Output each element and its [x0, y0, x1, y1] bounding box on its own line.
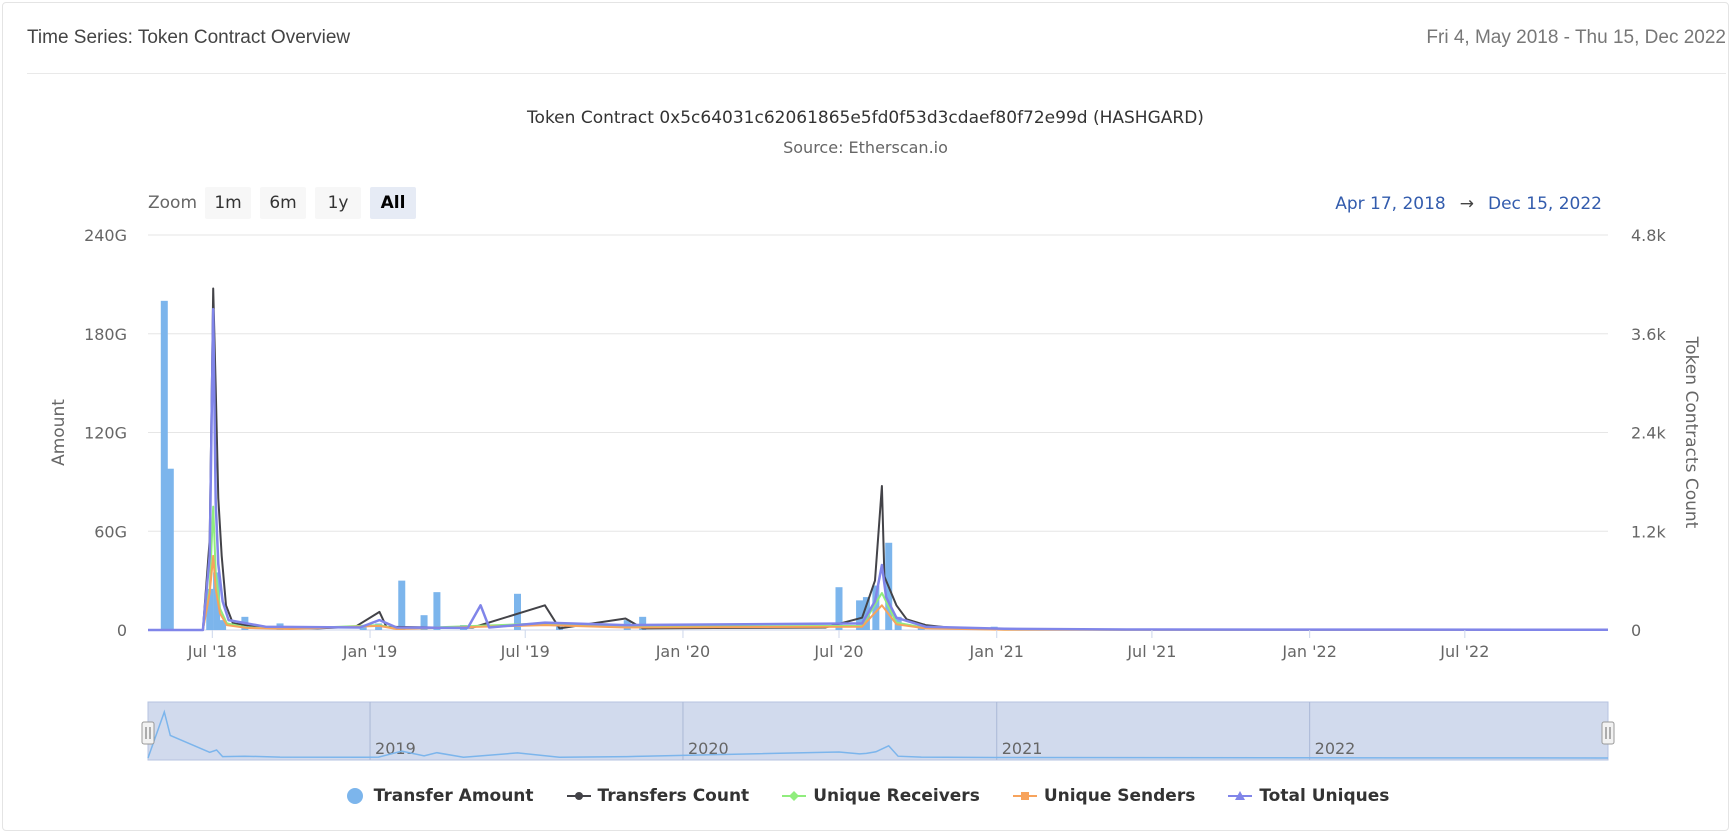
y-left-axis-title: Amount — [49, 399, 69, 466]
transfer-amount-columns — [160, 300, 998, 630]
circle-marker-icon — [342, 788, 368, 804]
line-diamond-marker-icon — [781, 788, 807, 804]
series-lines — [148, 287, 1609, 632]
x-tick-label: Jul '19 — [500, 642, 550, 661]
x-tick-label: Jan '20 — [655, 642, 711, 661]
line-circle-marker-icon — [566, 788, 592, 804]
x-tick-label: Jan '21 — [968, 642, 1024, 661]
legend-label: Transfers Count — [597, 786, 750, 806]
transfers-count-line — [148, 287, 1609, 631]
transfer-amount-bar — [160, 300, 168, 630]
x-tick-label: Jan '22 — [1281, 642, 1337, 661]
y-left-tick-label: 120G — [84, 424, 127, 443]
legend-label: Transfer Amount — [373, 786, 534, 806]
transfer-amount-bar — [433, 592, 441, 630]
line-triangle-marker-icon — [1227, 788, 1253, 804]
total-uniques-line — [148, 307, 1609, 632]
chart-plot: 0 60G 120G 180G 240G 0 1.2k 2.4k 3.6k 4.8k Amount T… — [49, 226, 1701, 761]
navigator-year-label: 2019 — [375, 739, 416, 758]
legend: Transfer Amount Transfers Count Unique R… — [0, 786, 1731, 806]
legend-label: Total Uniques — [1259, 786, 1390, 806]
navigator[interactable]: 2019 2020 2021 2022 — [141, 701, 1615, 761]
y-left-tick-label: 240G — [84, 226, 127, 245]
legend-item-unique-senders[interactable]: Unique Senders — [1012, 786, 1196, 806]
transfer-amount-bar — [398, 580, 406, 630]
y-right-tick-label: 2.4k — [1631, 424, 1666, 443]
x-tick-label: Jan '19 — [342, 642, 398, 661]
x-tick-label: Jul '21 — [1126, 642, 1176, 661]
y-left-tick-label: 60G — [94, 522, 127, 541]
x-tick-label: Jul '22 — [1439, 642, 1489, 661]
legend-label: Unique Senders — [1043, 786, 1196, 806]
y-left-tick-label: 180G — [84, 325, 127, 344]
x-tick-label: Jul '18 — [187, 642, 237, 661]
x-tick-label: Jul '20 — [813, 642, 863, 661]
navigator-right-handle[interactable] — [1601, 721, 1615, 745]
legend-label: Unique Receivers — [813, 786, 980, 806]
navigator-year-label: 2022 — [1315, 739, 1356, 758]
transfer-amount-bar — [166, 468, 174, 630]
navigator-year-label: 2021 — [1002, 739, 1043, 758]
y-right-tick-label: 1.2k — [1631, 522, 1666, 541]
navigator-left-handle[interactable] — [141, 721, 155, 745]
grid-lines — [148, 234, 1608, 631]
y-left-tick-label: 0 — [117, 621, 127, 640]
legend-item-transfers-count[interactable]: Transfers Count — [566, 786, 750, 806]
y-right-tick-label: 3.6k — [1631, 325, 1666, 344]
legend-item-unique-receivers[interactable]: Unique Receivers — [781, 786, 980, 806]
line-square-marker-icon — [1012, 788, 1038, 804]
legend-item-total-uniques[interactable]: Total Uniques — [1227, 786, 1389, 806]
y-right-axis-title: Token Contracts Count — [1681, 336, 1701, 529]
legend-item-transfer-amount[interactable]: Transfer Amount — [342, 786, 534, 806]
y-right-tick-label: 0 — [1631, 621, 1641, 640]
y-right-tick-label: 4.8k — [1631, 226, 1666, 245]
